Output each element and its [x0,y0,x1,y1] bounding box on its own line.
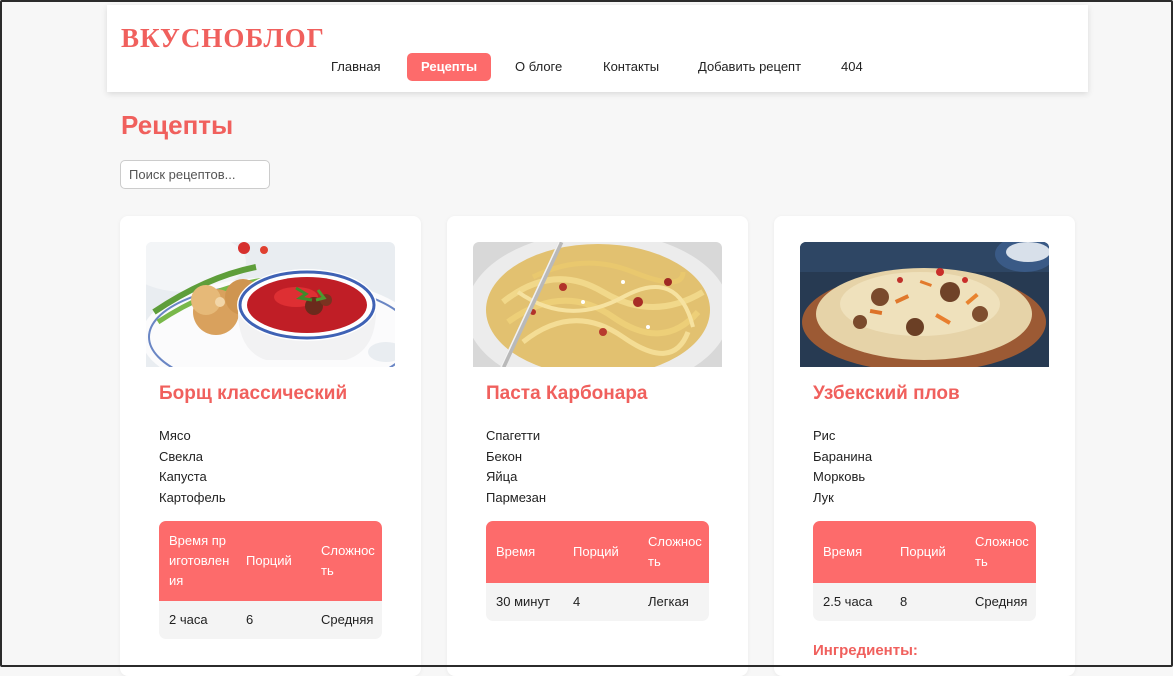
table-cell: Средняя [311,601,382,639]
column-header: Время [486,521,563,583]
table-cell: 8 [890,583,965,621]
list-item: Свекла [159,448,204,464]
ingredients-heading: Ингредиенты: [813,642,918,659]
recipe-info-table: Время Порций Сложность 30 минут 4 Легкая [486,521,709,621]
recipe-title[interactable]: Борщ классический [159,383,347,405]
list-item: Мясо [159,428,191,443]
recipe-title[interactable]: Паста Карбонара [486,383,648,405]
list-item: Картофель [159,489,226,505]
table-cell: Легкая [638,583,709,621]
site-logo[interactable]: ВКУСНОБЛОГ [121,23,325,54]
borscht-photo [146,242,395,367]
list-item: Пармезан [486,489,547,505]
list-item: Бекон [486,448,523,464]
nav-item-404[interactable]: 404 [841,53,863,81]
column-header: Сложность [638,521,709,583]
column-header: Порций [890,521,965,583]
plov-photo [800,242,1049,367]
table-cell: Средняя [965,583,1036,621]
list-item: Рис [813,428,836,443]
list-item: Лук [813,489,834,505]
nav-item-add-recipe[interactable]: Добавить рецепт [698,53,801,81]
column-header: Сложность [311,521,382,601]
list-item: Морковь [813,469,866,484]
list-item: Баранина [813,448,873,464]
search-input[interactable] [120,160,270,189]
recipe-info-table: Время приготовления Порций Сложность 2 ч… [159,521,382,639]
column-header: Порций [563,521,638,583]
nav-item-recipes[interactable]: Рецепты [407,53,492,81]
list-item: Яйца [486,469,518,484]
recipe-card[interactable]: Борщ классический Мясо Свекла Капуста Ка… [120,216,421,676]
list-item: Спагетти [486,428,541,443]
column-header: Время [813,521,890,583]
table-cell: 2 часа [159,601,236,639]
nav-item-contacts[interactable]: Контакты [603,53,659,81]
table-cell: 2.5 часа [813,583,890,621]
list-item: Капуста [159,469,207,484]
site-header: ВКУСНОБЛОГ Главная Рецепты О блоге Конта… [107,5,1088,92]
table-cell: 30 минут [486,583,563,621]
nav-item-home[interactable]: Главная [331,53,380,81]
recipe-card[interactable]: Паста Карбонара Спагетти Бекон Яйца Парм… [447,216,748,676]
column-header: Сложность [965,521,1036,583]
main-nav: Главная Рецепты О блоге Контакты Добавит… [107,53,1088,83]
page-title: Рецепты [121,110,234,140]
nav-item-about[interactable]: О блоге [515,53,562,81]
ingredient-list: Рис Баранина Морковь Лук [813,426,872,508]
column-header: Порций [236,521,311,601]
recipe-info-table: Время Порций Сложность 2.5 часа 8 Средня… [813,521,1036,621]
table-cell: 6 [236,601,311,639]
carbonara-photo [473,242,722,367]
recipe-title[interactable]: Узбекский плов [813,383,960,405]
table-cell: 4 [563,583,638,621]
column-header: Время приготовления [159,521,236,601]
recipe-card[interactable]: Узбекский плов Рис Баранина Морковь Лук … [774,216,1075,676]
ingredient-list: Мясо Свекла Капуста Картофель [159,426,226,508]
ingredient-list: Спагетти Бекон Яйца Пармезан [486,426,546,508]
